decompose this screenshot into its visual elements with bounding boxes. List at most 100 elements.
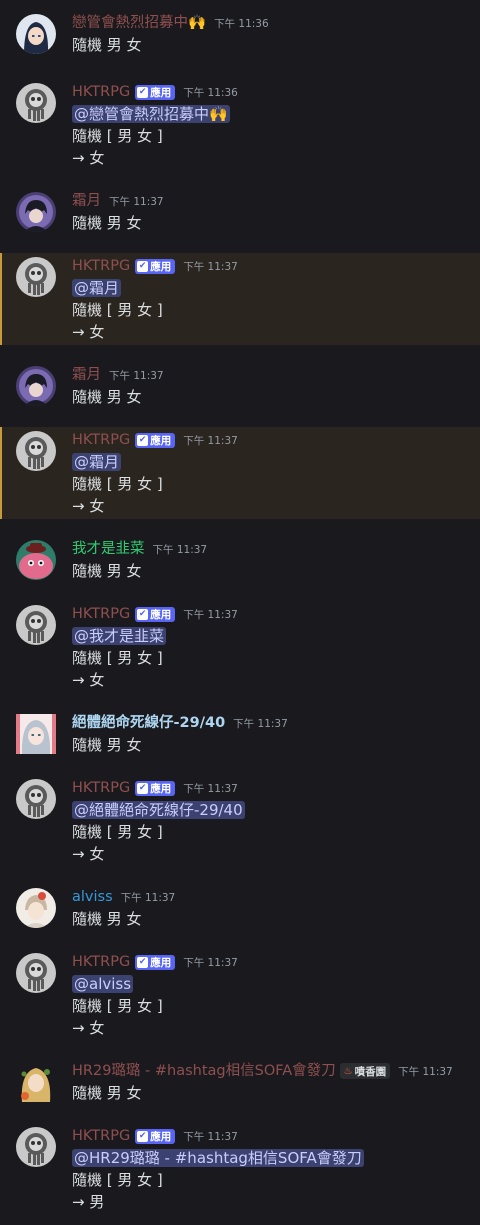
message-highlighted[interactable]: HKTRPG ✔ 應用 下午 11:37 @霜月 隨機 [ 男 女 ] → 女: [0, 253, 480, 345]
hktrpg-avatar[interactable]: [16, 83, 56, 123]
username[interactable]: 戀管會熱烈招募中🙌: [72, 12, 206, 34]
message[interactable]: 我才是韭菜 下午 11:37 隨機 男 女: [0, 538, 480, 588]
roll-result: → 女: [72, 671, 105, 689]
username[interactable]: HKTRPG: [72, 603, 130, 625]
message-text: 隨機 男 女: [72, 562, 142, 580]
app-tag: ✔ 應用: [135, 780, 176, 796]
timestamp: 下午 11:37: [152, 543, 208, 556]
timestamp: 下午 11:37: [183, 608, 238, 621]
hktrpg-avatar[interactable]: [16, 257, 56, 297]
timestamp: 下午 11:37: [183, 434, 238, 447]
message[interactable]: HKTRPG ✔ 應用 下午 11:37 @我才是韭菜 隨機 [ 男 女 ] → …: [0, 603, 480, 693]
user-mention[interactable]: @霜月: [72, 279, 122, 297]
role-tag[interactable]: ♨ 噴香園: [339, 1063, 391, 1079]
username[interactable]: 霜月: [72, 364, 101, 386]
checkmark-icon: ✔: [137, 434, 149, 446]
message[interactable]: 戀管會熱烈招募中🙌 下午 11:36 隨機 男 女: [0, 12, 480, 62]
timestamp: 下午 11:37: [233, 717, 288, 730]
roll-result: → 女: [72, 323, 105, 341]
roll-result: → 女: [72, 497, 105, 515]
username[interactable]: 我才是韭菜: [72, 538, 145, 560]
user-mention[interactable]: @HR29璐璐 - #hashtag相信SOFA會發刀: [72, 1149, 364, 1167]
user-avatar[interactable]: [16, 714, 56, 754]
checkmark-icon: ✔: [137, 260, 149, 272]
checkmark-icon: ✔: [137, 608, 149, 620]
user-mention[interactable]: @絕體絕命死線仔-29/40: [72, 801, 245, 819]
checkmark-icon: ✔: [137, 782, 149, 794]
hktrpg-avatar[interactable]: [16, 431, 56, 471]
message-text: 隨機 男 女: [72, 388, 142, 406]
user-avatar[interactable]: [16, 14, 56, 54]
message[interactable]: 霜月 下午 11:37 隨機 男 女: [0, 190, 480, 240]
fire-icon: ♨: [343, 1065, 353, 1077]
message[interactable]: 絕體絕命死線仔-29/40 下午 11:37 隨機 男 女: [0, 712, 480, 762]
roll-options: 隨機 [ 男 女 ]: [72, 1171, 163, 1189]
user-avatar[interactable]: [16, 888, 56, 928]
hktrpg-avatar[interactable]: [16, 953, 56, 993]
app-tag: ✔ 應用: [135, 1128, 176, 1144]
checkmark-icon: ✔: [137, 956, 149, 968]
timestamp: 下午 11:36: [183, 86, 238, 99]
timestamp: 下午 11:37: [183, 260, 238, 273]
message[interactable]: 霜月 下午 11:37 隨機 男 女: [0, 364, 480, 414]
message-text: 隨機 男 女: [72, 910, 142, 928]
user-mention[interactable]: @戀管會熱烈招募中🙌: [72, 105, 230, 123]
message-highlighted[interactable]: HKTRPG ✔ 應用 下午 11:37 @霜月 隨機 [ 男 女 ] → 女: [0, 427, 480, 519]
username[interactable]: HKTRPG: [72, 951, 130, 973]
timestamp: 下午 11:37: [109, 195, 164, 208]
username[interactable]: HKTRPG: [72, 255, 130, 277]
timestamp: 下午 11:37: [183, 1130, 238, 1143]
message[interactable]: HKTRPG ✔ 應用 下午 11:37 @HR29璐璐 - #hashtag相信…: [0, 1125, 480, 1220]
username[interactable]: HR29璐璐 - #hashtag相信SOFA會發刀: [72, 1060, 336, 1082]
message[interactable]: HKTRPG ✔ 應用 下午 11:37 @alviss 隨機 [ 男 女 ] →…: [0, 951, 480, 1041]
user-mention[interactable]: @霜月: [72, 453, 122, 471]
message[interactable]: HR29璐璐 - #hashtag相信SOFA會發刀 ♨ 噴香園 下午 11:37…: [0, 1060, 480, 1110]
timestamp: 下午 11:37: [109, 369, 164, 382]
user-mention[interactable]: @alviss: [72, 975, 134, 993]
user-avatar[interactable]: [16, 192, 56, 232]
roll-options: 隨機 [ 男 女 ]: [72, 649, 163, 667]
app-tag: ✔ 應用: [135, 84, 176, 100]
roll-options: 隨機 [ 男 女 ]: [72, 301, 163, 319]
checkmark-icon: ✔: [137, 86, 149, 98]
roll-options: 隨機 [ 男 女 ]: [72, 997, 163, 1015]
username[interactable]: 霜月: [72, 190, 101, 212]
hktrpg-avatar[interactable]: [16, 1127, 56, 1167]
roll-result: → 女: [72, 149, 105, 167]
app-tag: ✔ 應用: [135, 432, 176, 448]
message-text: 隨機 男 女: [72, 1084, 142, 1102]
app-tag: ✔ 應用: [135, 258, 176, 274]
message-text: 隨機 男 女: [72, 36, 142, 54]
roll-result: → 男: [72, 1193, 105, 1211]
message[interactable]: HKTRPG ✔ 應用 下午 11:37 @絕體絕命死線仔-29/40 隨機 [ …: [0, 777, 480, 867]
timestamp: 下午 11:37: [398, 1065, 453, 1078]
roll-result: → 女: [72, 1019, 105, 1037]
checkmark-icon: ✔: [137, 1130, 149, 1142]
roll-result: → 女: [72, 845, 105, 863]
username[interactable]: HKTRPG: [72, 429, 130, 451]
app-tag: ✔ 應用: [135, 954, 176, 970]
hktrpg-avatar[interactable]: [16, 605, 56, 645]
app-tag: ✔ 應用: [135, 606, 176, 622]
username[interactable]: HKTRPG: [72, 1125, 130, 1147]
user-avatar[interactable]: [16, 366, 56, 406]
user-avatar[interactable]: [16, 1062, 56, 1102]
message-text: 隨機 男 女: [72, 214, 142, 232]
user-avatar[interactable]: [16, 540, 56, 580]
username[interactable]: alviss: [72, 886, 113, 908]
message[interactable]: HKTRPG ✔ 應用 下午 11:36 @戀管會熱烈招募中🙌 隨機 [ 男 女 …: [0, 81, 480, 171]
roll-options: 隨機 [ 男 女 ]: [72, 127, 163, 145]
username[interactable]: HKTRPG: [72, 777, 130, 799]
username[interactable]: 絕體絕命死線仔-29/40: [72, 712, 225, 734]
hktrpg-avatar[interactable]: [16, 779, 56, 819]
roll-options: 隨機 [ 男 女 ]: [72, 475, 163, 493]
username[interactable]: HKTRPG: [72, 81, 130, 103]
user-mention[interactable]: @我才是韭菜: [72, 627, 167, 645]
timestamp: 下午 11:37: [183, 956, 238, 969]
timestamp: 下午 11:37: [120, 891, 176, 904]
timestamp: 下午 11:36: [214, 17, 269, 30]
roll-options: 隨機 [ 男 女 ]: [72, 823, 163, 841]
timestamp: 下午 11:37: [183, 782, 238, 795]
message[interactable]: alviss 下午 11:37 隨機 男 女: [0, 886, 480, 936]
chat-message-list: 戀管會熱烈招募中🙌 下午 11:36 隨機 男 女 HKTRPG ✔ 應用 下午 …: [0, 0, 480, 1225]
